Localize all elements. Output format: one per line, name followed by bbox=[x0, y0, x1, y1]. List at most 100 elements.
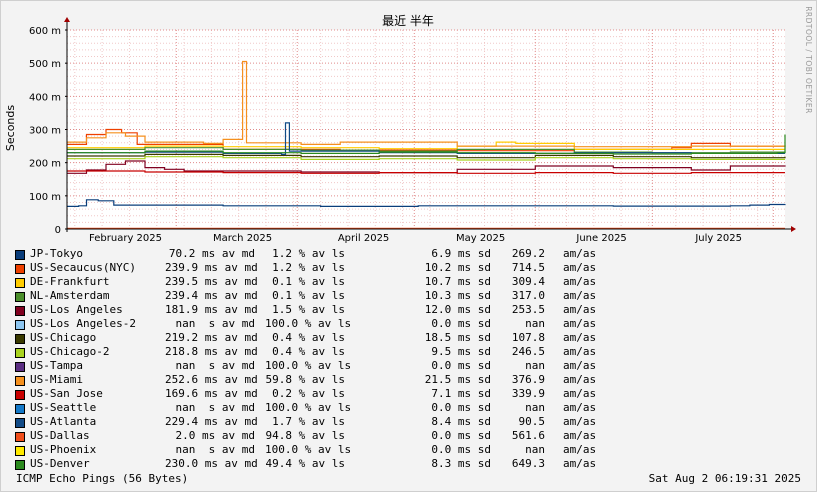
legend-unit: am/as bbox=[563, 415, 597, 428]
legend-unit: am/as bbox=[563, 331, 597, 344]
legend-row: US-Atlanta 229.4 ms av md 1.7 % av ls 8.4 m… bbox=[15, 415, 635, 429]
x-tick-label: February 2025 bbox=[89, 233, 162, 244]
y-tick-label: 500 m bbox=[29, 59, 61, 70]
legend-unit: am/as bbox=[563, 261, 597, 274]
legend-sd: 10.7 ms sd bbox=[424, 275, 491, 288]
legend-avg: 239.5 ms av md bbox=[165, 275, 258, 288]
legend-name: US-Denver bbox=[30, 457, 90, 470]
legend-avg: 239.9 ms av md bbox=[165, 261, 258, 274]
legend-swatch bbox=[15, 250, 25, 260]
legend-max: 90.5 bbox=[518, 415, 546, 428]
legend-max: 339.9 bbox=[511, 387, 545, 400]
legend-loss: 1.2 % av ls bbox=[272, 261, 345, 274]
legend-avg: 181.9 ms av md bbox=[165, 303, 258, 316]
y-tick-label: 200 m bbox=[29, 159, 61, 170]
y-tick-label: 400 m bbox=[29, 92, 61, 103]
legend-row: US-Secaucus(NYC) 239.9 ms av md 1.2 % av l… bbox=[15, 261, 635, 275]
legend-max: 649.3 bbox=[511, 457, 545, 470]
legend-loss: 1.2 % av ls bbox=[272, 247, 345, 260]
legend-avg: 70.2 ms av md bbox=[168, 247, 255, 260]
legend-loss: 100.0 % av ls bbox=[265, 317, 352, 330]
legend-swatch bbox=[15, 348, 25, 358]
legend-loss: 0.1 % av ls bbox=[272, 289, 345, 302]
legend-sd: 0.0 ms sd bbox=[431, 401, 491, 414]
legend-row: US-Tampa nan s av md 100.0 % av ls 0.0 ms s… bbox=[15, 359, 635, 373]
legend-avg: nan s av md bbox=[175, 317, 255, 330]
legend-loss: 100.0 % av ls bbox=[265, 443, 352, 456]
legend-sd: 6.9 ms sd bbox=[431, 247, 491, 260]
y-axis-arrow bbox=[64, 17, 70, 22]
legend-swatch bbox=[15, 446, 25, 456]
legend-name: US-Atlanta bbox=[30, 415, 97, 428]
legend-name: US-Los Angeles bbox=[30, 303, 123, 316]
legend-loss: 49.4 % av ls bbox=[265, 457, 345, 470]
legend-name: US-Los Angeles-2 bbox=[30, 317, 136, 330]
legend-name: US-Secaucus(NYC) bbox=[30, 261, 136, 274]
legend-name: NL-Amsterdam bbox=[30, 289, 110, 302]
legend-avg: 239.4 ms av md bbox=[165, 289, 258, 302]
legend-name: US-Miami bbox=[30, 373, 83, 386]
legend-unit: am/as bbox=[563, 387, 597, 400]
legend-unit: am/as bbox=[563, 303, 597, 316]
legend-swatch bbox=[15, 264, 25, 274]
legend-row: DE-Frankfurt 239.5 ms av md 0.1 % av ls 10.… bbox=[15, 275, 635, 289]
y-tick-label: 600 m bbox=[29, 26, 61, 37]
legend-loss: 0.2 % av ls bbox=[272, 387, 345, 400]
legend-avg: 230.0 ms av md bbox=[165, 457, 258, 470]
legend-loss: 0.4 % av ls bbox=[272, 345, 345, 358]
legend-avg: nan s av md bbox=[175, 443, 255, 456]
legend-sd: 0.0 ms sd bbox=[431, 317, 491, 330]
legend-max: 317.0 bbox=[511, 289, 545, 302]
legend-max: nan bbox=[525, 317, 545, 330]
legend-unit: am/as bbox=[563, 443, 597, 456]
legend-row: US-Chicago 219.2 ms av md 0.4 % av ls 18.5 … bbox=[15, 331, 635, 345]
x-tick-label: July 2025 bbox=[694, 233, 742, 244]
legend-swatch bbox=[15, 278, 25, 288]
y-axis-label: Seconds bbox=[4, 105, 17, 151]
legend-unit: am/as bbox=[563, 401, 597, 414]
legend-row: US-Denver 230.0 ms av md 49.4 % av ls 8.3 m… bbox=[15, 457, 635, 471]
legend-name: US-Tampa bbox=[30, 359, 83, 372]
legend-name: JP-Tokyo bbox=[30, 247, 83, 260]
legend-row: US-San Jose 169.6 ms av md 0.2 % av ls 7.1 … bbox=[15, 387, 635, 401]
footer-timestamp: Sat Aug 2 06:19:31 2025 bbox=[648, 472, 801, 485]
chart-title: 最近 半年 bbox=[382, 14, 434, 28]
legend-max: 561.6 bbox=[511, 429, 545, 442]
legend-max: nan bbox=[525, 359, 545, 372]
legend-unit: am/as bbox=[563, 275, 597, 288]
legend-swatch bbox=[15, 460, 25, 470]
legend-sd: 21.5 ms sd bbox=[424, 373, 491, 386]
legend-sd: 10.3 ms sd bbox=[424, 289, 491, 302]
legend-swatch bbox=[15, 376, 25, 386]
legend-loss: 100.0 % av ls bbox=[265, 401, 352, 414]
legend-sd: 9.5 ms sd bbox=[431, 345, 491, 358]
legend-unit: am/as bbox=[563, 247, 597, 260]
y-tick-label: 100 m bbox=[29, 192, 61, 203]
x-tick-label: March 2025 bbox=[213, 233, 272, 244]
legend-loss: 94.8 % av ls bbox=[265, 429, 345, 442]
legend-loss: 0.4 % av ls bbox=[272, 331, 345, 344]
x-axis-arrow bbox=[791, 226, 796, 232]
legend-swatch bbox=[15, 418, 25, 428]
y-tick-label: 300 m bbox=[29, 126, 61, 137]
legend-name: US-Seattle bbox=[30, 401, 97, 414]
legend-max: 309.4 bbox=[511, 275, 545, 288]
legend-avg: 2.0 ms av md bbox=[175, 429, 255, 442]
legend-row: NL-Amsterdam 239.4 ms av md 0.1 % av ls 10.… bbox=[15, 289, 635, 303]
legend-sd: 18.5 ms sd bbox=[424, 331, 491, 344]
legend-loss: 100.0 % av ls bbox=[265, 359, 352, 372]
legend-avg: 252.6 ms av md bbox=[165, 373, 258, 386]
legend-sd: 0.0 ms sd bbox=[431, 443, 491, 456]
legend-sd: 7.1 ms sd bbox=[431, 387, 491, 400]
legend-unit: am/as bbox=[563, 457, 597, 470]
legend-max: 376.9 bbox=[511, 373, 545, 386]
legend-max: nan bbox=[525, 443, 545, 456]
legend-unit: am/as bbox=[563, 373, 597, 386]
legend-swatch bbox=[15, 362, 25, 372]
x-tick-label: May 2025 bbox=[456, 233, 505, 244]
plot-area bbox=[67, 30, 785, 229]
legend-loss: 1.5 % av ls bbox=[272, 303, 345, 316]
legend-avg: 229.4 ms av md bbox=[165, 415, 258, 428]
legend-max: 246.5 bbox=[511, 345, 545, 358]
legend-loss: 0.1 % av ls bbox=[272, 275, 345, 288]
